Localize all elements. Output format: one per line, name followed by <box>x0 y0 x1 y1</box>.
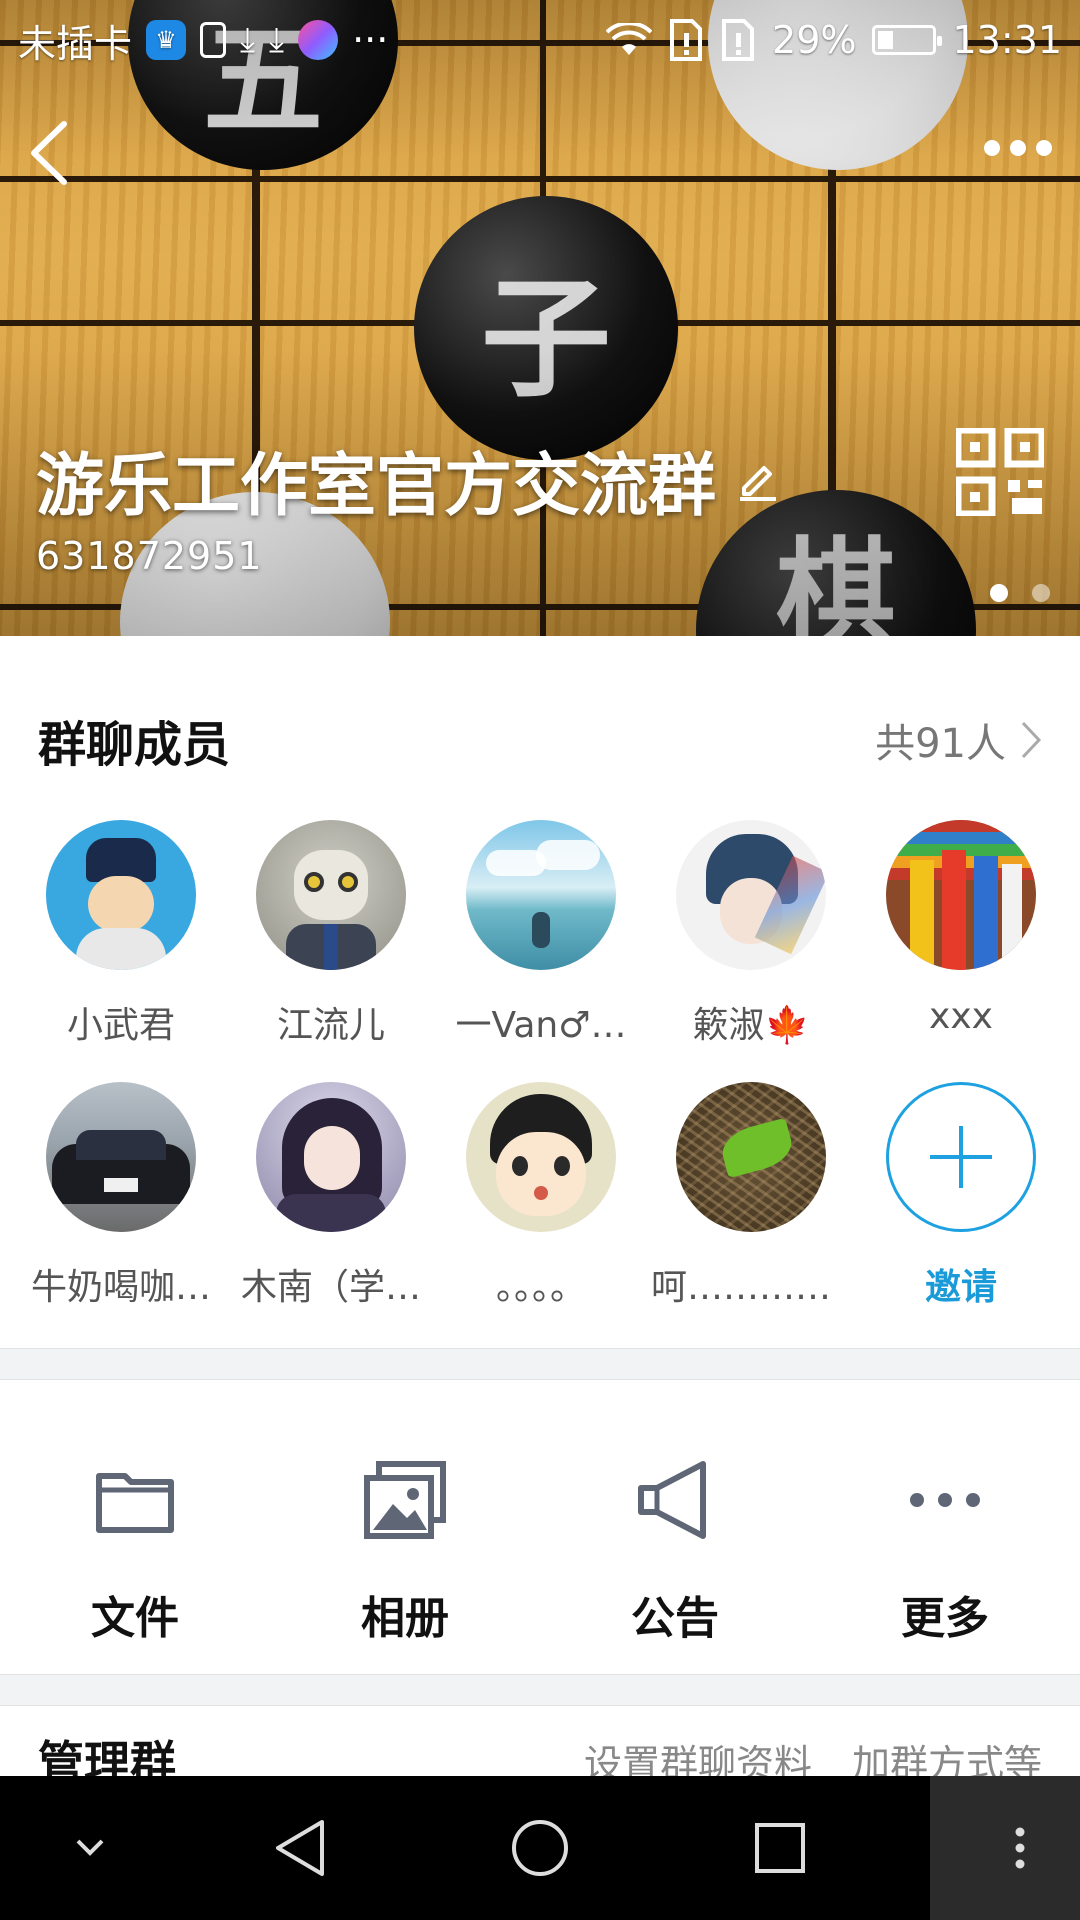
more-dots-icon <box>910 1493 980 1507</box>
member-item[interactable]: 江流儿 <box>226 820 436 1048</box>
anime-boy-avatar <box>676 820 826 970</box>
owl-in-suit-avatar <box>256 820 406 970</box>
megaphone-icon <box>638 1461 706 1539</box>
banner-pager <box>990 584 1050 602</box>
vertical-dots-icon <box>1015 1827 1025 1869</box>
members-title: 群聊成员 <box>38 717 231 773</box>
nav-collapse-button[interactable] <box>40 1776 140 1920</box>
folder-icon <box>96 1473 174 1533</box>
group-name: 游乐工作室官方交流群 <box>36 447 717 526</box>
game-center-icon <box>298 20 339 60</box>
nav-recents-button[interactable] <box>730 1776 830 1920</box>
colored-pencils-avatar <box>886 820 1036 970</box>
nav-back-button[interactable] <box>250 1776 350 1920</box>
member-name: 木南（学… <box>240 1267 421 1308</box>
tool-more[interactable]: 更多 <box>810 1382 1080 1674</box>
tool-label: 公告 <box>631 1593 719 1644</box>
member-name: 江流儿 <box>276 1005 385 1046</box>
tools-row: 文件 相册 公告 更多 <box>0 1382 1080 1674</box>
chevron-down-icon <box>76 1839 104 1856</box>
more-options-icon[interactable] <box>984 140 1052 156</box>
invite-label: 邀请 <box>924 1267 997 1308</box>
cartoon-scholar-avatar <box>46 820 196 970</box>
tool-files[interactable]: 文件 <box>0 1382 270 1674</box>
battery-icon <box>872 25 943 55</box>
home-circle-icon <box>512 1820 568 1876</box>
member-item[interactable]: 牛奶喝咖… <box>16 1082 226 1310</box>
member-name: 簌淑🍁 <box>692 1005 810 1046</box>
carrier-text: 未插卡 <box>18 21 133 66</box>
tool-announcement[interactable]: 公告 <box>540 1382 810 1674</box>
chevron-right-icon <box>1021 721 1042 759</box>
member-name: 。。。。 <box>495 1267 586 1308</box>
black-car-avatar <box>46 1082 196 1232</box>
tool-label: 更多 <box>901 1593 989 1644</box>
battery-fill <box>878 31 894 49</box>
wifi-icon <box>606 23 653 55</box>
plus-icon <box>930 1126 992 1188</box>
tool-label: 相册 <box>361 1593 449 1644</box>
pager-dot <box>990 584 1008 602</box>
sim-alert-icon <box>722 19 755 61</box>
overflow-notifications-icon: ··· <box>352 18 389 62</box>
group-cover-banner[interactable]: 五 子 棋 未插卡 ♛ ⤓ ⤓ ··· <box>0 0 1080 636</box>
member-item[interactable]: 小武君 <box>16 820 226 1048</box>
section-divider <box>0 1348 1080 1380</box>
crown-app-icon: ♛ <box>146 20 187 60</box>
battery-percent: 29% <box>772 18 857 62</box>
leaf-in-nest-avatar <box>676 1082 826 1232</box>
member-name: 一Van♂… <box>455 1005 627 1046</box>
sim-alert-icon <box>670 19 703 61</box>
member-name: xxx <box>929 996 993 1037</box>
edit-pencil-icon[interactable] <box>736 458 780 502</box>
member-name: 牛奶喝咖… <box>30 1267 211 1308</box>
tool-album[interactable]: 相册 <box>270 1382 540 1674</box>
members-count: 共91人 <box>875 721 1006 767</box>
download-icon: ⤓ <box>269 20 285 60</box>
member-item[interactable]: xxx <box>856 820 1066 1037</box>
group-name-row[interactable]: 游乐工作室官方交流群 <box>36 430 780 529</box>
status-bar: 未插卡 ♛ ⤓ ⤓ ··· 29% 13:31 <box>0 0 1080 80</box>
battery-warning-icon <box>200 22 227 58</box>
cartoon-kid-avatar <box>466 1082 616 1232</box>
photo-album-icon <box>364 1461 446 1539</box>
member-item[interactable]: 簌淑🍁 <box>646 820 856 1048</box>
member-item[interactable]: 呵…………呵 <box>646 1082 856 1310</box>
group-profile-screen: { "status_bar": { "carrier": "未插卡", "bat… <box>0 0 1080 1920</box>
member-item[interactable]: 木南（学… <box>226 1082 436 1310</box>
back-arrow-icon[interactable] <box>24 118 84 188</box>
member-name: 小武君 <box>66 1005 175 1046</box>
nav-home-button[interactable] <box>490 1776 590 1920</box>
download-icon: ⤓ <box>240 20 256 60</box>
nav-menu-button[interactable] <box>960 1776 1080 1920</box>
member-item[interactable]: 。。。。 <box>436 1082 646 1310</box>
back-triangle-icon <box>276 1820 324 1876</box>
clouds-landscape-avatar <box>466 820 616 970</box>
anime-girl-avatar <box>256 1082 406 1232</box>
section-divider <box>0 1674 1080 1706</box>
invite-item[interactable]: 邀请 <box>856 1082 1066 1310</box>
invite-button[interactable] <box>886 1082 1036 1232</box>
member-item[interactable]: 一Van♂… <box>436 820 646 1048</box>
member-name: 呵…………呵 <box>651 1267 851 1308</box>
tool-label: 文件 <box>91 1593 179 1644</box>
navigation-bar <box>0 1776 1080 1920</box>
recents-square-icon <box>755 1823 805 1873</box>
group-number: 631872951 <box>36 534 263 578</box>
members-count-link[interactable]: 共91人 <box>875 711 1042 769</box>
members-header[interactable]: 群聊成员 共91人 <box>0 680 1080 800</box>
clock: 13:31 <box>952 18 1062 62</box>
pager-dot <box>1032 584 1050 602</box>
qr-code-icon[interactable] <box>956 428 1044 516</box>
